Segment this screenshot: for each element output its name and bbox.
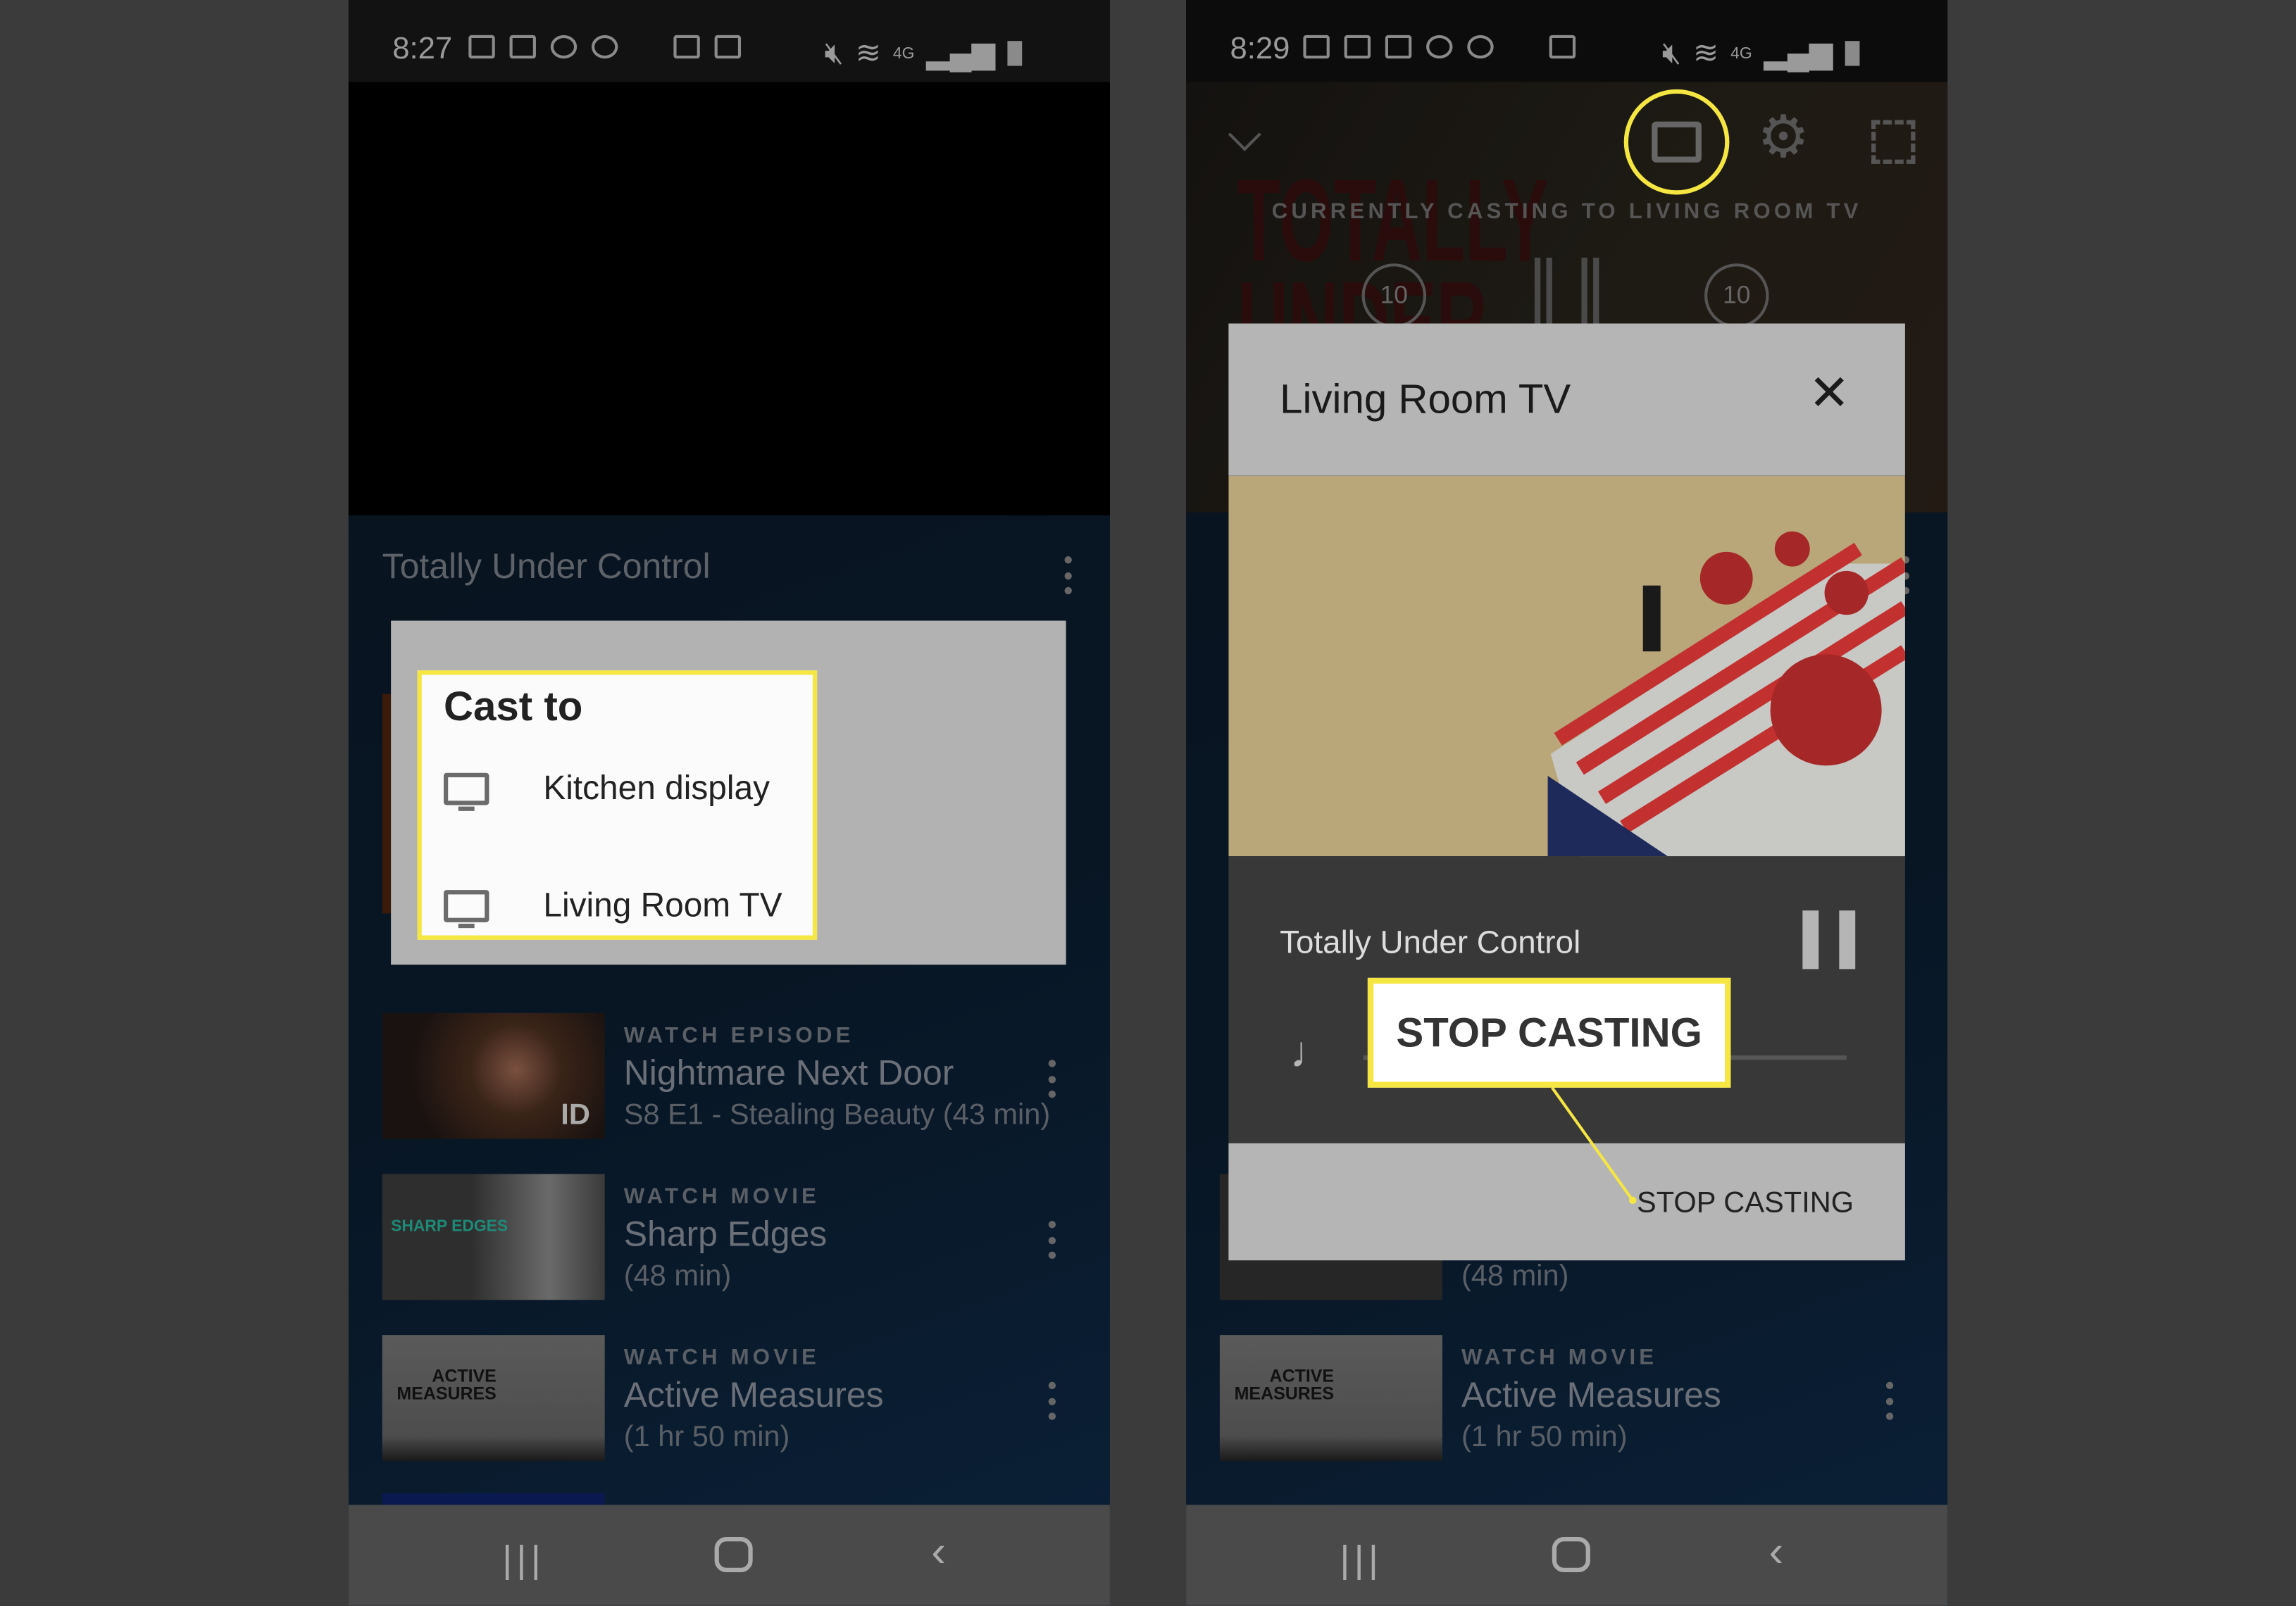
- back-icon[interactable]: ‹: [1769, 1529, 1784, 1579]
- wifi-icon: ≋: [855, 36, 882, 70]
- item-subtitle: S8 E1 - Stealing Beauty (43 min): [623, 1099, 1051, 1132]
- cast-highlight-box: Cast to Kitchen display Living Room TV: [417, 670, 818, 940]
- thumbnail-logo: SHARP EDGES: [391, 1217, 509, 1236]
- thumbnail: ACTIVE MEASURES: [382, 1335, 605, 1461]
- item-title: Nightmare Next Door: [623, 1053, 954, 1094]
- thumbnail-partial: [382, 1493, 605, 1505]
- tv-icon: [443, 890, 489, 929]
- status-bar: 8:27 🔇︎ ≋ 4G ▂▄▆: [348, 0, 1110, 82]
- recent-apps-icon[interactable]: |||: [1340, 1537, 1383, 1582]
- mail-icon: [509, 34, 536, 59]
- back-icon[interactable]: ‹: [931, 1529, 946, 1579]
- system-icons: 🔇︎ ≋ 4G ▂▄▆: [825, 35, 1022, 72]
- more-options-icon[interactable]: [1047, 1381, 1056, 1420]
- thumbnail: SHARP EDGES: [382, 1174, 605, 1300]
- tv-icon: [443, 772, 489, 811]
- signal-icon: ▂▄▆: [926, 36, 996, 70]
- home-icon[interactable]: [714, 1537, 753, 1572]
- item-title: Active Measures: [623, 1376, 884, 1416]
- device-label: Living Room TV: [543, 885, 782, 924]
- video-player[interactable]: [348, 82, 1110, 515]
- item-subtitle: (1 hr 50 min): [623, 1421, 790, 1454]
- thumbnail-logo: ID: [561, 1099, 590, 1132]
- dialog-title: Cast to: [443, 683, 583, 729]
- more-options-icon[interactable]: [1063, 556, 1071, 595]
- right-phone-screen: 8:29 🔇︎ ≋ 4G ▂▄▆ TOTALLY UNDER ⚙ CURRENT…: [1186, 0, 1948, 1606]
- stop-casting-callout: STOP CASTING: [1367, 977, 1731, 1088]
- android-nav-bar: ||| ‹: [1186, 1505, 1948, 1606]
- show-title: Totally Under Control: [382, 547, 711, 587]
- status-time: 8:27: [392, 32, 453, 66]
- mute-icon: 🔇︎: [824, 35, 844, 70]
- bolt-icon: [632, 35, 659, 58]
- notification-icons: [468, 34, 742, 59]
- home-icon[interactable]: [1552, 1537, 1590, 1572]
- cast-dialog: Cast to Kitchen display Living Room TV: [391, 620, 1066, 965]
- app-notification-icon: [550, 34, 578, 59]
- network-label: 4G: [892, 44, 915, 63]
- more-options-icon[interactable]: [1047, 1220, 1056, 1260]
- more-options-icon[interactable]: [1047, 1060, 1056, 1098]
- item-label: WATCH MOVIE: [623, 1184, 821, 1210]
- thumbnail-logo: ACTIVE MEASURES: [397, 1365, 497, 1404]
- battery-icon: [1006, 41, 1022, 66]
- recent-apps-icon[interactable]: |||: [502, 1537, 545, 1582]
- device-kitchen-display[interactable]: Kitchen display: [422, 748, 813, 829]
- app-notification-icon: [591, 34, 618, 59]
- thumbnail: ID: [382, 1012, 605, 1139]
- callout-pointer-line: [1551, 1086, 1637, 1205]
- item-subtitle: (48 min): [623, 1260, 732, 1293]
- drive-icon: [673, 34, 700, 59]
- android-nav-bar: ||| ‹: [348, 1505, 1110, 1606]
- item-title: Sharp Edges: [623, 1215, 828, 1255]
- item-label: WATCH EPISODE: [623, 1023, 854, 1048]
- left-phone-screen: 8:27 🔇︎ ≋ 4G ▂▄▆ Totally Under Control I…: [348, 0, 1110, 1606]
- item-label: WATCH MOVIE: [623, 1345, 821, 1371]
- device-living-room-tv[interactable]: Living Room TV: [422, 862, 813, 939]
- device-label: Kitchen display: [543, 768, 770, 807]
- app-notification-icon: [468, 34, 495, 59]
- screenshot-composite: 8:27 🔇︎ ≋ 4G ▂▄▆ Totally Under Control I…: [0, 0, 2296, 1606]
- image-icon: [714, 34, 742, 59]
